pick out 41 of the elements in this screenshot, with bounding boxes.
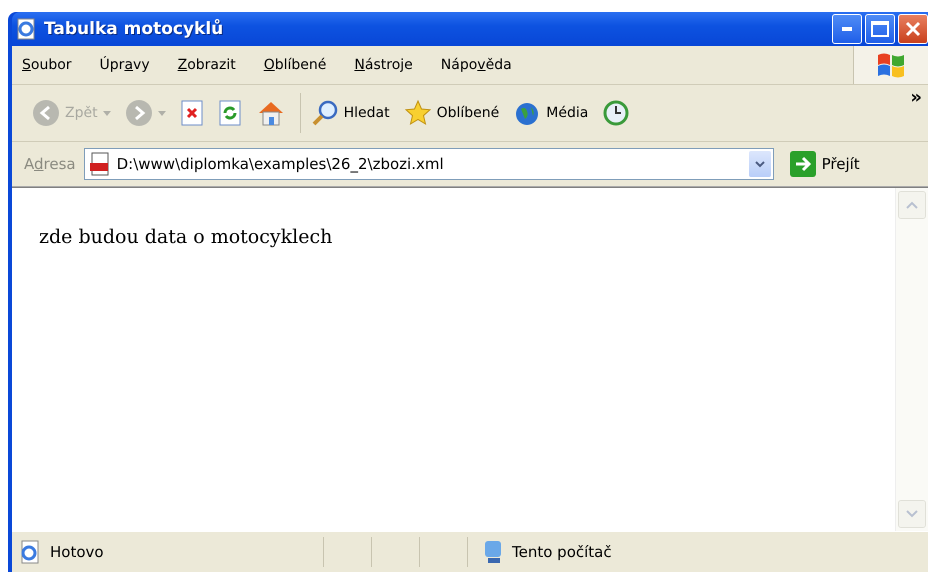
dropdown-button[interactable] (748, 151, 771, 177)
menu-item[interactable]: Úpravy (90, 57, 160, 73)
refresh-icon (218, 100, 242, 126)
close-button[interactable] (898, 14, 928, 44)
menu-item[interactable]: Nástroje (344, 57, 423, 73)
address-label: Adresa (24, 155, 76, 173)
chevron-down-icon (906, 510, 918, 518)
minimize-icon (842, 27, 852, 31)
chevron-down-icon (754, 160, 765, 168)
stop-button[interactable] (180, 100, 204, 126)
search-icon (310, 99, 339, 127)
caret-icon (102, 110, 111, 116)
zone-text: Tento počítač (512, 543, 612, 561)
windows-flag-icon (876, 51, 906, 79)
close-icon (905, 21, 921, 37)
stop-icon (180, 100, 204, 126)
menu-item[interactable]: Nápověda (430, 57, 522, 73)
page-text: zde budou data o motocyklech (39, 226, 332, 248)
xml-file-icon (88, 152, 111, 176)
minimize-button[interactable] (832, 14, 862, 44)
search-button[interactable]: Hledat (310, 99, 390, 127)
refresh-button[interactable] (218, 100, 242, 126)
go-button[interactable]: Přejít (790, 151, 860, 177)
status-text: Hotovo (50, 543, 104, 561)
chevron-up-icon (906, 201, 918, 209)
maximize-icon (871, 21, 889, 37)
computer-icon (482, 539, 504, 565)
address-field[interactable]: D:\www\diplomka\examples\26_2\zbozi.xml (84, 148, 774, 180)
menu-item[interactable]: Soubor (12, 57, 82, 73)
more-button[interactable]: » (910, 87, 922, 108)
window-title: Tabulka motocyklů (44, 19, 224, 39)
clock-icon (602, 99, 630, 127)
star-icon (404, 99, 432, 127)
caret-icon (158, 110, 166, 116)
menu-item[interactable]: Zobrazit (168, 57, 246, 73)
favorites-button[interactable]: Oblíbené (404, 99, 500, 127)
arrow-right-icon (790, 151, 816, 177)
media-button[interactable]: Média (513, 99, 588, 127)
maximize-button[interactable] (865, 14, 895, 44)
history-button[interactable] (602, 99, 630, 127)
menu-item[interactable]: Oblíbené (254, 57, 336, 73)
